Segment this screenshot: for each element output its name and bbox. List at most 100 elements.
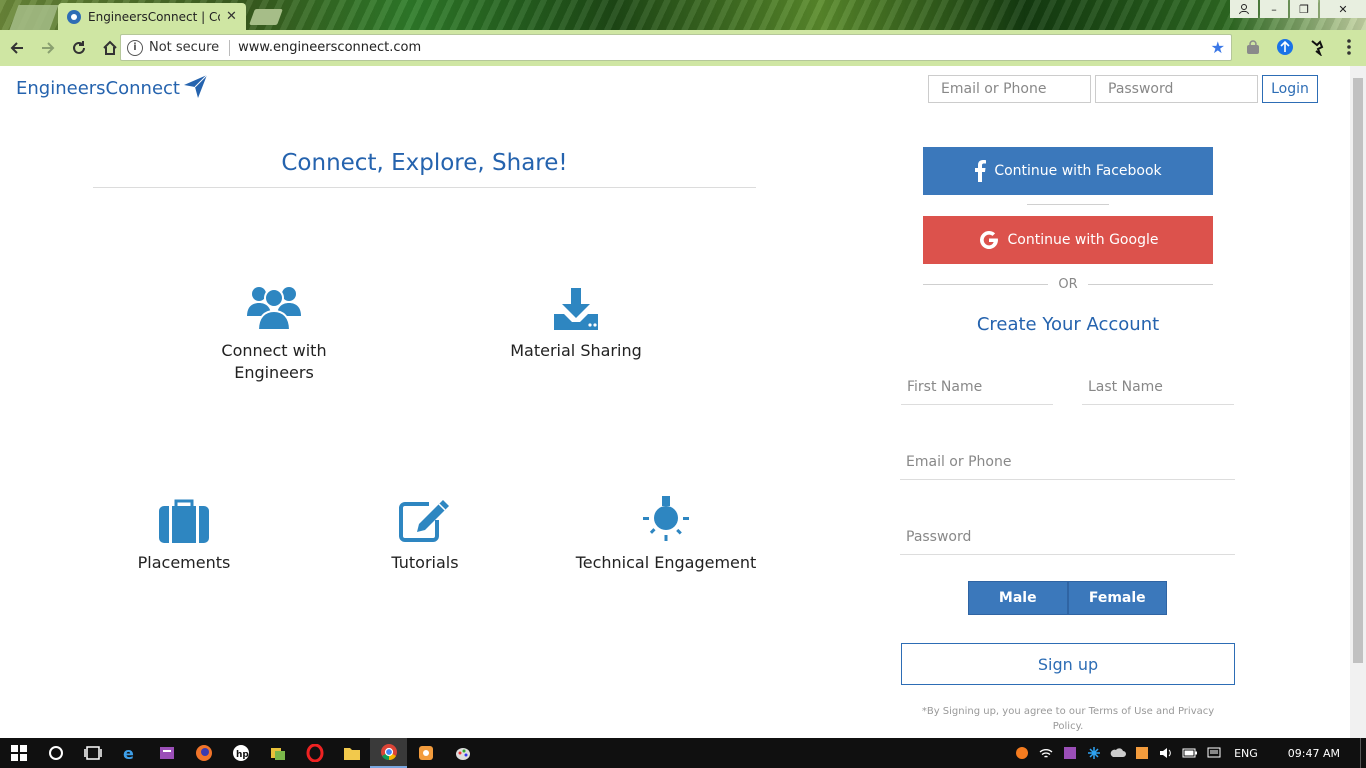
or-line-right xyxy=(1087,283,1214,285)
extension-lock-icon[interactable] xyxy=(1240,34,1266,60)
feature-label: Tutorials xyxy=(391,553,459,572)
forward-icon[interactable] xyxy=(34,34,62,62)
first-name-input[interactable] xyxy=(901,369,1053,405)
search-circle-icon[interactable] xyxy=(37,738,74,768)
browser-tab-bar: EngineersConnect | Conn ✕ – ❐ ✕ xyxy=(0,0,1366,30)
last-name-input[interactable] xyxy=(1082,369,1234,405)
feature-label: Placements xyxy=(137,553,231,572)
file-explorer-icon[interactable] xyxy=(333,738,370,768)
onenote-icon[interactable] xyxy=(1058,738,1082,768)
close-window-button[interactable]: ✕ xyxy=(1320,0,1366,18)
firefox-icon[interactable] xyxy=(185,738,222,768)
extension-figure-icon[interactable] xyxy=(1304,34,1330,60)
svg-text:e: e xyxy=(123,744,134,762)
users-icon xyxy=(204,276,344,332)
battery-icon[interactable] xyxy=(1178,738,1202,768)
login-button[interactable]: Login xyxy=(1262,75,1318,103)
browser-menu-icon[interactable] xyxy=(1336,34,1362,60)
login-password-input[interactable] xyxy=(1095,75,1258,103)
sign-up-button[interactable]: Sign up xyxy=(901,643,1235,685)
restore-button[interactable]: ❐ xyxy=(1290,0,1318,18)
create-account-title: Create Your Account xyxy=(976,314,1160,335)
tab-title: EngineersConnect | Conn xyxy=(88,9,220,24)
hp-icon[interactable]: hp xyxy=(222,738,259,768)
system-tray: ENG 09:47 AM xyxy=(1010,738,1366,768)
wifi-icon[interactable] xyxy=(1034,738,1058,768)
onedrive-icon[interactable] xyxy=(1106,738,1130,768)
volume-icon[interactable] xyxy=(1154,738,1178,768)
feature-connect: Connect with Engineers xyxy=(204,276,344,384)
omnibox-divider xyxy=(229,39,231,56)
language-indicator[interactable]: ENG xyxy=(1234,747,1258,760)
paint-icon[interactable] xyxy=(444,738,481,768)
google-icon xyxy=(978,229,1000,251)
url-text[interactable]: www.engineersconnect.com xyxy=(238,40,1211,55)
feature-technical-engagement: Technical Engagement xyxy=(566,488,766,574)
app-purple-icon[interactable] xyxy=(148,738,185,768)
tab-close-icon[interactable]: ✕ xyxy=(226,9,237,24)
page-tagline: Connect, Explore, Share! xyxy=(281,150,568,176)
file-stack-icon[interactable] xyxy=(259,738,296,768)
edit-icon xyxy=(360,488,490,544)
female-button[interactable]: Female xyxy=(1067,581,1167,615)
profile-icon[interactable] xyxy=(1230,0,1258,18)
avast-icon[interactable] xyxy=(1010,738,1034,768)
feature-label: Connect with Engineers xyxy=(221,341,327,382)
scrollbar-thumb[interactable] xyxy=(1353,78,1363,663)
facebook-button-label: Continue with Facebook xyxy=(994,163,1162,179)
paper-plane-icon xyxy=(183,74,208,98)
or-label: OR xyxy=(1058,276,1078,292)
active-tab[interactable]: EngineersConnect | Conn ✕ xyxy=(58,3,246,30)
download-icon xyxy=(490,276,662,332)
reload-icon[interactable] xyxy=(65,34,93,62)
continue-with-google-button[interactable]: Continue with Google xyxy=(923,216,1213,264)
browser-toolbar: i Not secure www.engineersconnect.com ★ xyxy=(0,30,1366,66)
signup-email-input[interactable] xyxy=(900,444,1235,480)
signup-password-input[interactable] xyxy=(900,519,1235,555)
feature-label: Material Sharing xyxy=(510,341,642,360)
briefcase-icon xyxy=(118,488,250,544)
site-favicon-icon xyxy=(66,9,82,25)
chrome-icon[interactable] xyxy=(370,738,407,768)
logo-text: EngineersConnect xyxy=(16,78,180,99)
extension-icons xyxy=(1240,34,1362,60)
feature-label: Technical Engagement xyxy=(575,553,757,572)
back-icon[interactable] xyxy=(3,34,31,62)
show-desktop-button[interactable] xyxy=(1360,738,1366,768)
tagline-divider xyxy=(93,187,756,188)
info-icon[interactable]: i xyxy=(127,39,143,56)
google-button-label: Continue with Google xyxy=(1007,232,1159,248)
or-separator: OR xyxy=(923,274,1214,294)
internet-explorer-icon[interactable]: e xyxy=(111,738,148,768)
gender-toggle: Male Female xyxy=(968,581,1167,615)
lightbulb-icon xyxy=(566,488,766,544)
feature-material-sharing: Material Sharing xyxy=(490,276,662,362)
login-email-input[interactable] xyxy=(928,75,1091,103)
address-bar[interactable]: i Not secure www.engineersconnect.com ★ xyxy=(120,34,1232,61)
task-view-icon[interactable] xyxy=(74,738,111,768)
opera-icon[interactable] xyxy=(296,738,333,768)
app-tray-orange-icon[interactable] xyxy=(1130,738,1154,768)
windows-start-icon[interactable] xyxy=(0,738,37,768)
web-page: EngineersConnect Login Connect, Explore,… xyxy=(0,66,1350,738)
snowflake-icon[interactable] xyxy=(1082,738,1106,768)
notification-icon[interactable] xyxy=(1202,738,1226,768)
male-button[interactable]: Male xyxy=(968,581,1068,615)
extension-vpn-icon[interactable] xyxy=(1272,34,1298,60)
feature-tutorials: Tutorials xyxy=(360,488,490,574)
security-label: Not secure xyxy=(149,40,220,55)
bookmark-star-icon[interactable]: ★ xyxy=(1211,38,1225,57)
windows-taskbar: e hp ENG 09:47 AM xyxy=(0,738,1366,768)
facebook-icon xyxy=(974,160,987,182)
inactive-tab[interactable] xyxy=(9,5,59,30)
clock[interactable]: 09:47 AM xyxy=(1288,747,1340,760)
new-tab-button[interactable] xyxy=(249,9,283,25)
continue-with-facebook-button[interactable]: Continue with Facebook xyxy=(923,147,1213,195)
window-controls: – ❐ ✕ xyxy=(1228,0,1366,20)
site-logo[interactable]: EngineersConnect xyxy=(16,74,208,99)
page-scrollbar[interactable] xyxy=(1350,66,1366,738)
feature-placements: Placements xyxy=(118,488,250,574)
minimize-button[interactable]: – xyxy=(1260,0,1288,18)
app-orange-icon[interactable] xyxy=(407,738,444,768)
social-divider xyxy=(1027,204,1109,205)
